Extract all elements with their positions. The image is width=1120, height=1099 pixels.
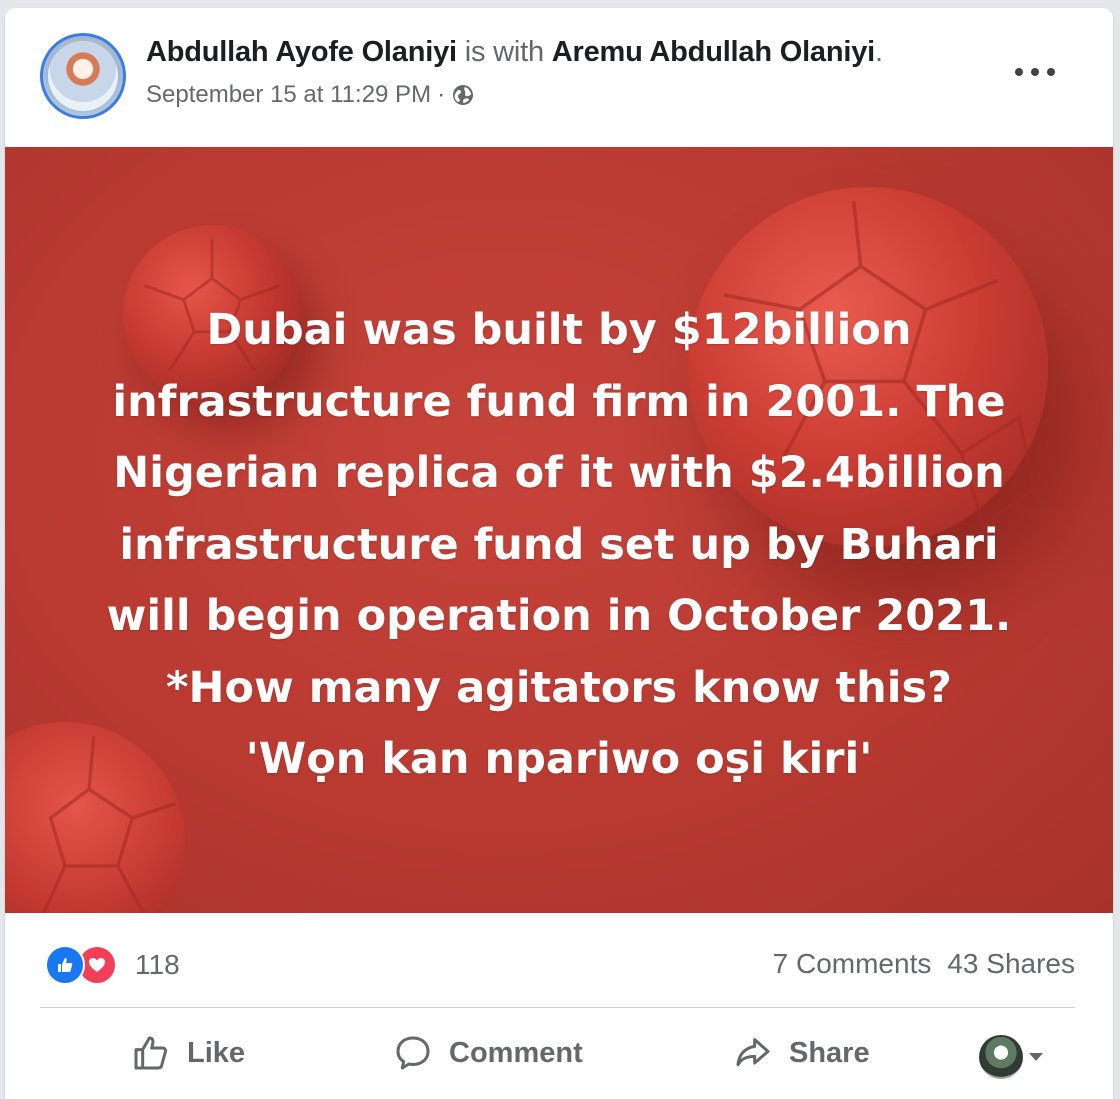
caption-line: infrastructure fund set up by Buhari [119, 519, 999, 570]
post-title-line: Abdullah Ayofe Olaniyi is with Aremu Abd… [146, 36, 883, 69]
caption-line: *How many agitators know this? [165, 662, 952, 713]
caption-line: Nigerian replica of it with $2.4billion [113, 448, 1005, 498]
engagement-counts: 7 Comments 43 Shares [773, 948, 1075, 980]
user-avatar [979, 1035, 1023, 1079]
share-arrow-icon [736, 1038, 770, 1067]
post-actions-bar: Like Comment Share [5, 1011, 1113, 1099]
post-image[interactable]: Dubai was built by $12billion infrastruc… [5, 147, 1113, 913]
dot [1047, 68, 1055, 76]
share-label: Share [789, 1036, 870, 1069]
caption-line: infrastructure fund firm in 2001. The [112, 376, 1006, 427]
avatar-photo [48, 41, 118, 111]
comment-bubble-icon [396, 1036, 430, 1070]
commenting-as-selector[interactable] [979, 1035, 1043, 1079]
divider [40, 1007, 1075, 1008]
meta-separator: · [437, 81, 446, 108]
dot [1031, 68, 1039, 76]
like-button[interactable]: Like [131, 1033, 245, 1073]
caption-line: 'Wọn kan npariwo oṣi kiri' [245, 734, 873, 784]
post-header: Abdullah Ayofe Olaniyi is with Aremu Abd… [146, 36, 883, 109]
thumbs-up-icon [134, 1036, 168, 1070]
share-button[interactable]: Share [733, 1033, 870, 1073]
comment-button[interactable]: Comment [393, 1033, 583, 1073]
reactions-count: 118 [135, 949, 180, 980]
author-name[interactable]: Abdullah Ayofe Olaniyi [146, 36, 457, 68]
chevron-down-icon [1029, 1053, 1043, 1061]
with-text: is with [464, 36, 544, 68]
tagged-user-name[interactable]: Aremu Abdullah Olaniyi [552, 36, 875, 68]
post-stats: 118 7 Comments 43 Shares [5, 913, 1113, 1013]
like-reaction-icon [45, 945, 85, 985]
caption-line: Dubai was built by $12billion [206, 305, 912, 355]
comment-label: Comment [449, 1036, 583, 1069]
post-card: Abdullah Ayofe Olaniyi is with Aremu Abd… [5, 8, 1113, 1099]
title-period: . [875, 36, 883, 68]
reactions-summary[interactable]: 118 [45, 945, 180, 985]
like-label: Like [187, 1036, 246, 1069]
post-meta: September 15 at 11:29 PM · [146, 81, 883, 109]
comments-count-link[interactable]: 7 Comments [773, 948, 932, 980]
more-options-icon[interactable] [1015, 58, 1055, 86]
image-caption-text: Dubai was built by $12billion infrastruc… [5, 295, 1113, 796]
dot [1015, 68, 1023, 76]
caption-line: will begin operation in October 2021. [106, 591, 1012, 641]
author-avatar[interactable] [40, 33, 126, 119]
post-timestamp[interactable]: September 15 at 11:29 PM [146, 81, 431, 109]
globe-icon[interactable] [451, 83, 475, 107]
shares-count-link[interactable]: 43 Shares [947, 948, 1075, 980]
